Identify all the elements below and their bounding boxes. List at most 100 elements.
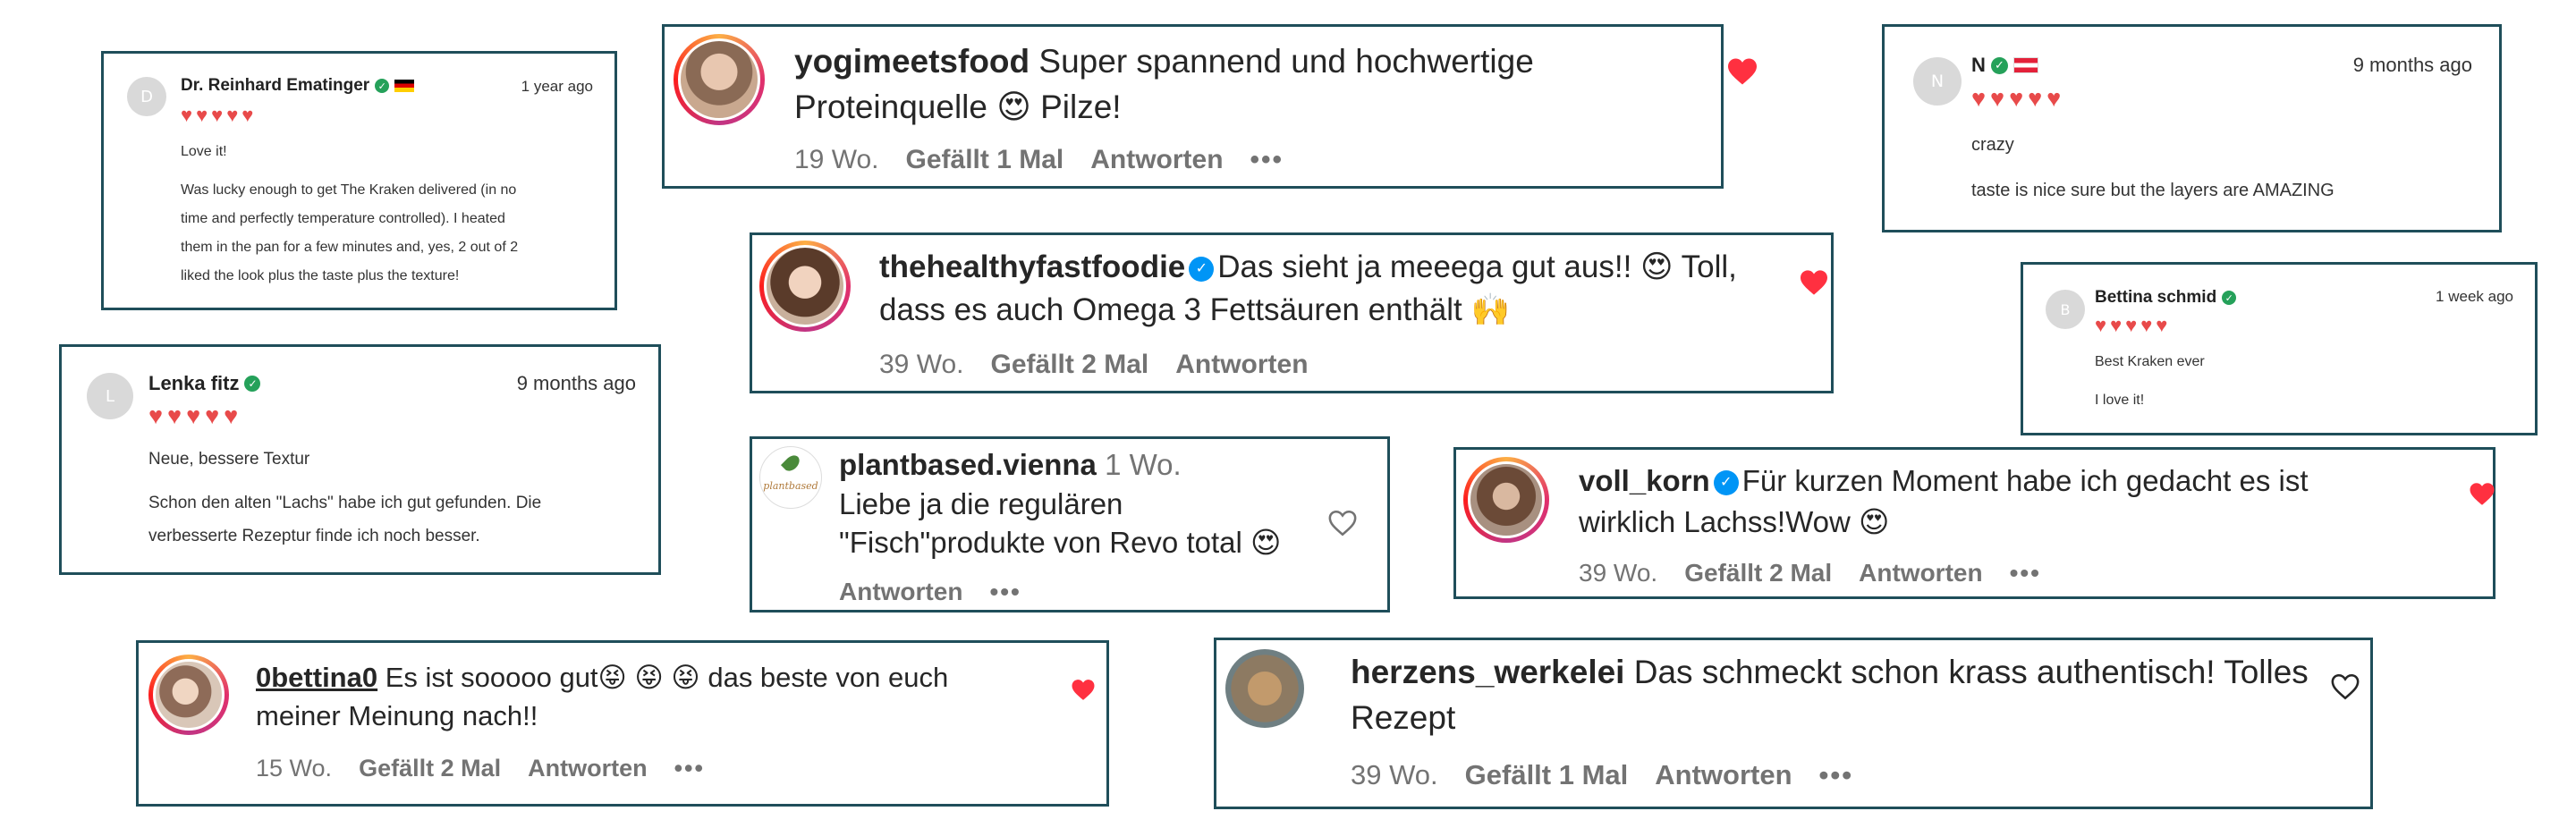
review-date: 9 months ago [2352, 54, 2472, 76]
more-options-icon[interactable]: ••• [2010, 559, 2041, 587]
heart-star-icon: ♥ [148, 402, 168, 429]
reply-button[interactable]: Antworten [1655, 759, 1792, 791]
comment-meta: 15 Wo. Gefällt 2 Mal Antworten ••• [256, 755, 705, 782]
verified-badge-icon: ✓ [1189, 256, 1215, 282]
review-card-reinhard: D Dr. Reinhard Ematinger ✓ 1 year ago ♥♥… [101, 51, 617, 310]
review-card-lenka: L Lenka fitz ✓ 9 months ago ♥♥♥♥♥ Neue, … [59, 344, 661, 575]
heart-star-icon: ♥ [242, 104, 258, 126]
comment-username[interactable]: herzens_werkelei [1351, 654, 1624, 690]
comment-text: yogimeetsfood Super spannend und hochwer… [794, 43, 1534, 126]
star-rating: ♥♥♥♥♥ [148, 402, 242, 430]
comment-age: 19 Wo. [794, 145, 879, 174]
comment-username[interactable]: plantbased.vienna [839, 448, 1097, 481]
reviewer-name: Lenka fitz ✓ [148, 372, 261, 395]
flag-austria-icon [2012, 57, 2038, 73]
likes-count[interactable]: Gefällt 1 Mal [906, 145, 1064, 175]
avatar: L [87, 373, 133, 419]
comment-meta: Antworten ••• [839, 578, 1021, 606]
star-rating: ♥♥♥♥♥ [2095, 314, 2171, 337]
heart-star-icon: ♥ [205, 402, 225, 429]
reply-button[interactable]: Antworten [528, 755, 647, 782]
likes-count[interactable]: Gefällt 2 Mal [991, 350, 1149, 380]
heart-star-icon: ♥ [2028, 85, 2047, 112]
avatar[interactable]: plantbased [759, 446, 822, 509]
plantbased-logo-icon [780, 452, 803, 475]
more-options-icon[interactable]: ••• [674, 755, 705, 782]
likes-count[interactable]: Gefällt 2 Mal [1684, 559, 1832, 587]
heart-star-icon: ♥ [2110, 314, 2126, 336]
review-card-n: N N ✓ 9 months ago ♥♥♥♥♥ crazy taste is … [1882, 24, 2502, 232]
comment-card-0bettina0: 0bettina0 Es ist sooooo gut😝 😝 😝 das bes… [136, 640, 1109, 807]
reviewer-name: Dr. Reinhard Ematinger ✓ [181, 76, 415, 96]
avatar[interactable] [759, 241, 851, 332]
star-rating: ♥♥♥♥♥ [181, 104, 257, 127]
review-card-bettina: B Bettina schmid ✓ 1 week ago ♥♥♥♥♥ Best… [2021, 262, 2538, 435]
review-body-line: Schon den alten "Lachs" habe ich gut gef… [148, 494, 542, 512]
avatar[interactable] [148, 655, 229, 735]
more-options-icon[interactable]: ••• [1819, 759, 1854, 791]
heart-filled-icon[interactable] [1071, 679, 1096, 701]
comment-text: plantbased.vienna 1 Wo. Liebe ja die reg… [839, 448, 1282, 560]
review-title: Best Kraken ever [2095, 354, 2205, 369]
comment-age: 39 Wo. [1351, 759, 1438, 790]
more-options-icon[interactable]: ••• [989, 578, 1021, 606]
heart-filled-icon[interactable] [2469, 482, 2496, 506]
heart-outline-icon[interactable] [1327, 509, 1358, 537]
heart-star-icon: ♥ [181, 104, 197, 126]
reply-button[interactable]: Antworten [1859, 559, 1982, 587]
comment-text: 0bettina0 Es ist sooooo gut😝 😝 😝 das bes… [256, 662, 949, 731]
review-body-line: taste is nice sure but the layers are AM… [1971, 181, 2334, 200]
flag-germany-icon [394, 80, 415, 92]
comment-card-herzens-werkelei: herzens_werkelei Das schmeckt schon kras… [1214, 638, 2373, 809]
reviewer-name: Bettina schmid ✓ [2095, 288, 2237, 308]
review-body-line: liked the look plus the taste plus the t… [181, 268, 460, 283]
comment-meta: 39 Wo. Gefällt 2 Mal Antworten ••• [1579, 559, 2041, 587]
heart-filled-icon[interactable] [1799, 269, 1829, 296]
review-title: Neue, bessere Textur [148, 450, 310, 469]
likes-count[interactable]: Gefällt 2 Mal [359, 755, 501, 782]
heart-star-icon: ♥ [2009, 85, 2029, 112]
comment-username[interactable]: yogimeetsfood [794, 43, 1030, 80]
heart-star-icon: ♥ [2156, 314, 2172, 336]
reply-button[interactable]: Antworten [1090, 145, 1223, 175]
avatar[interactable] [674, 34, 765, 125]
comment-text: herzens_werkelei Das schmeckt schon kras… [1351, 654, 2309, 737]
likes-count[interactable]: Gefällt 1 Mal [1465, 759, 1629, 791]
verified-check-icon: ✓ [1990, 56, 2008, 74]
reviewer-name: N ✓ [1971, 54, 2038, 77]
heart-star-icon: ♥ [224, 402, 243, 429]
review-date: 1 week ago [2436, 288, 2513, 305]
comment-username[interactable]: voll_korn [1579, 464, 1710, 497]
review-body-line: time and perfectly temperature controlle… [181, 211, 505, 226]
avatar[interactable] [1463, 457, 1549, 543]
comment-username[interactable]: thehealthyfastfoodie [879, 249, 1185, 284]
comment-card-plantbased-vienna: plantbased plantbased.vienna 1 Wo. Liebe… [750, 436, 1390, 613]
comment-card-yogimeetsfood: yogimeetsfood Super spannend und hochwer… [662, 24, 1757, 189]
comment-username[interactable]: 0bettina0 [256, 662, 377, 693]
avatar: N [1913, 57, 1962, 106]
heart-star-icon: ♥ [196, 104, 212, 126]
review-body-line: verbesserte Rezeptur finde ich noch bess… [148, 527, 480, 545]
heart-star-icon: ♥ [167, 402, 187, 429]
verified-check-icon: ✓ [2222, 291, 2237, 305]
reply-button[interactable]: Antworten [839, 578, 962, 606]
heart-filled-icon[interactable] [1726, 57, 1758, 86]
verified-check-icon: ✓ [244, 376, 261, 392]
heart-star-icon: ♥ [1971, 85, 1991, 112]
heart-star-icon: ♥ [2095, 314, 2111, 336]
heart-outline-icon[interactable] [2330, 672, 2360, 701]
review-date: 1 year ago [521, 78, 593, 95]
comment-text: thehealthyfastfoodie ✓ Das sieht ja meeega… [879, 249, 1737, 328]
reply-button[interactable]: Antworten [1175, 350, 1308, 380]
review-body-line: Was lucky enough to get The Kraken deliv… [181, 182, 517, 198]
star-rating: ♥♥♥♥♥ [1971, 85, 2065, 113]
verified-check-icon: ✓ [375, 79, 390, 93]
avatar: D [127, 77, 166, 116]
comment-age: 15 Wo. [256, 755, 333, 782]
review-title: Love it! [181, 144, 227, 159]
avatar[interactable] [1225, 649, 1304, 728]
more-options-icon[interactable]: ••• [1250, 145, 1284, 175]
verified-badge-icon: ✓ [1713, 470, 1739, 496]
heart-star-icon: ♥ [211, 104, 227, 126]
comment-text: voll_korn ✓ Für kurzen Moment habe ich ged… [1579, 464, 2309, 538]
